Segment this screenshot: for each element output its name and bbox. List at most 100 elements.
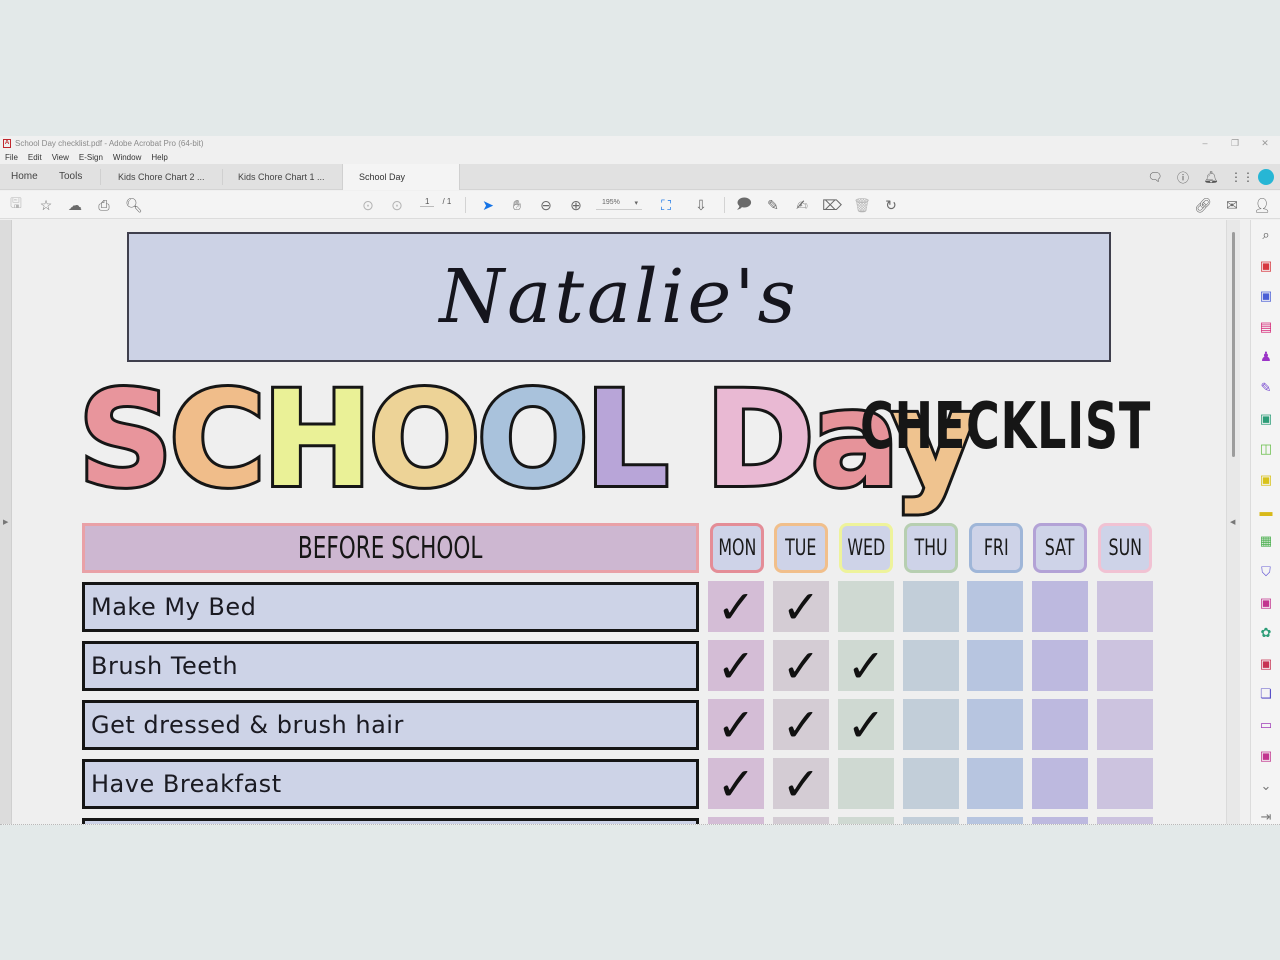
- request-esign-icon[interactable]: ♟: [1257, 348, 1275, 366]
- tab-kids-chore-chart-2[interactable]: Kids Chore Chart 2 ...: [118, 164, 205, 190]
- send-review-icon[interactable]: ▣: [1257, 410, 1275, 428]
- fill-sign-icon[interactable]: ✎: [1257, 379, 1275, 397]
- protect-icon[interactable]: ⛉: [1257, 563, 1275, 581]
- compare-icon[interactable]: ▣: [1257, 747, 1275, 765]
- check-cell-sat[interactable]: [1032, 699, 1088, 750]
- organize-pages-icon[interactable]: ▤: [1257, 318, 1275, 336]
- compress-icon[interactable]: ◫: [1257, 440, 1275, 458]
- account-avatar[interactable]: [1258, 169, 1274, 185]
- zoom-in-icon[interactable]: ⊕: [566, 195, 586, 215]
- share-feedback-icon[interactable]: 🗨: [1146, 170, 1164, 184]
- rotate-icon[interactable]: ↻: [881, 195, 901, 215]
- vertical-scrollbar[interactable]: ◀: [1226, 220, 1240, 824]
- check-cell-wed[interactable]: [838, 758, 894, 809]
- check-cell-sun[interactable]: [1097, 640, 1153, 691]
- check-cell-wed[interactable]: [838, 581, 894, 632]
- create-pdf-icon[interactable]: ▣: [1257, 257, 1275, 275]
- comment-file-icon[interactable]: ▣: [1257, 471, 1275, 489]
- check-cell-wed[interactable]: [838, 817, 894, 824]
- save-icon[interactable]: 🖫: [6, 195, 26, 215]
- check-cell-mon[interactable]: ✓: [708, 699, 764, 750]
- check-cell-sun[interactable]: [1097, 758, 1153, 809]
- scrollbar-thumb[interactable]: [1232, 232, 1235, 457]
- next-page-icon[interactable]: ⊙: [387, 195, 407, 215]
- tab-school-day-checklist[interactable]: School Day checklis...×: [342, 164, 460, 208]
- apps-grid-icon[interactable]: ⋮⋮: [1230, 170, 1254, 184]
- check-cell-fri[interactable]: [967, 640, 1023, 691]
- check-cell-mon[interactable]: ✓: [708, 758, 764, 809]
- menu-help[interactable]: Help: [146, 151, 172, 164]
- expand-left-pane-icon[interactable]: ▶: [3, 518, 8, 526]
- menu-file[interactable]: File: [0, 151, 23, 164]
- check-cell-tue[interactable]: ✓: [773, 758, 829, 809]
- scroll-mode-icon[interactable]: ⇩: [691, 195, 711, 215]
- check-cell-thu[interactable]: [903, 640, 959, 691]
- zoom-level-select[interactable]: 195% ▾: [596, 199, 642, 210]
- print-icon[interactable]: ⎙: [94, 195, 114, 215]
- tab-home[interactable]: Home: [11, 164, 38, 190]
- check-cell-tue[interactable]: ✓: [773, 640, 829, 691]
- check-cell-sat[interactable]: [1032, 581, 1088, 632]
- check-cell-sun[interactable]: [1097, 581, 1153, 632]
- check-cell-thu[interactable]: [903, 699, 959, 750]
- check-cell-fri[interactable]: [967, 581, 1023, 632]
- delete-icon[interactable]: 🗑︎: [852, 195, 872, 215]
- previous-page-icon[interactable]: ⊙: [358, 195, 378, 215]
- check-cell-sun[interactable]: [1097, 817, 1153, 824]
- notifications-icon[interactable]: 🔔︎: [1202, 170, 1220, 184]
- collapse-right-pane-icon[interactable]: ◀: [1230, 518, 1235, 526]
- menu-view[interactable]: View: [47, 151, 74, 164]
- page-number-input[interactable]: 1: [420, 197, 435, 207]
- check-cell-fri[interactable]: [967, 758, 1023, 809]
- bookmark-star-icon[interactable]: ☆: [36, 195, 56, 215]
- document-view[interactable]: Natalie's SCHOOL Day CHECKLIST BEFORE SC…: [12, 220, 1226, 824]
- check-cell-thu[interactable]: [903, 758, 959, 809]
- check-cell-mon[interactable]: ✓: [708, 581, 764, 632]
- task-row[interactable]: Make My Bed: [82, 582, 699, 632]
- check-cell-mon[interactable]: ✓: [708, 640, 764, 691]
- email-icon[interactable]: ✉: [1222, 195, 1242, 215]
- task-row[interactable]: Get dressed & brush hair: [82, 700, 699, 750]
- minimize-button[interactable]: –: [1190, 136, 1220, 150]
- menu-esign[interactable]: E-Sign: [74, 151, 108, 164]
- check-cell-tue[interactable]: ✓: [773, 699, 829, 750]
- tab-kids-chore-chart-1[interactable]: Kids Chore Chart 1 ...: [238, 164, 325, 190]
- check-cell-tue[interactable]: ✓: [773, 581, 829, 632]
- search-tools-icon[interactable]: ⌕: [1257, 226, 1275, 244]
- comment-icon[interactable]: ▬: [1257, 502, 1275, 520]
- menu-edit[interactable]: Edit: [23, 151, 47, 164]
- check-cell-wed[interactable]: ✓: [838, 640, 894, 691]
- select-cursor-icon[interactable]: ➤: [478, 195, 498, 215]
- check-cell-mon[interactable]: [708, 817, 764, 824]
- link-share-icon[interactable]: 🔗︎: [1193, 195, 1213, 215]
- highlight-icon[interactable]: ✎: [763, 195, 783, 215]
- zoom-search-icon[interactable]: 🔍︎: [124, 195, 144, 215]
- check-cell-sat[interactable]: [1032, 640, 1088, 691]
- check-cell-sat[interactable]: [1032, 758, 1088, 809]
- task-row[interactable]: Have Breakfast: [82, 759, 699, 809]
- task-row[interactable]: Brush Teeth: [82, 641, 699, 691]
- check-cell-fri[interactable]: [967, 699, 1023, 750]
- add-comment-icon[interactable]: 🗩: [734, 195, 754, 215]
- add-user-icon[interactable]: 👤︎: [1252, 195, 1272, 215]
- check-cell-thu[interactable]: [903, 581, 959, 632]
- check-cell-wed[interactable]: ✓: [838, 699, 894, 750]
- check-cell-tue[interactable]: [773, 817, 829, 824]
- restore-button[interactable]: ❐: [1220, 136, 1250, 150]
- check-cell-sat[interactable]: [1032, 817, 1088, 824]
- redact-icon[interactable]: ▣: [1257, 594, 1275, 612]
- edit-tag-icon[interactable]: ⌦: [822, 195, 842, 215]
- check-cell-thu[interactable]: [903, 817, 959, 824]
- combine-files-icon[interactable]: ❏: [1257, 685, 1275, 703]
- menu-window[interactable]: Window: [108, 151, 146, 164]
- more-tools-chevron-icon[interactable]: ⌄: [1257, 777, 1275, 795]
- close-window-button[interactable]: ✕: [1250, 136, 1280, 150]
- collapse-pane-icon[interactable]: ⇥: [1257, 808, 1275, 824]
- export-pdf-icon[interactable]: ▣: [1257, 287, 1275, 305]
- hand-tool-icon[interactable]: ✋︎: [507, 195, 527, 215]
- certificates-icon[interactable]: ✿: [1257, 624, 1275, 642]
- html-export-icon[interactable]: ▣: [1257, 655, 1275, 673]
- measure-icon[interactable]: ▭: [1257, 716, 1275, 734]
- draw-freehand-icon[interactable]: ✍︎: [792, 195, 812, 215]
- check-cell-fri[interactable]: [967, 817, 1023, 824]
